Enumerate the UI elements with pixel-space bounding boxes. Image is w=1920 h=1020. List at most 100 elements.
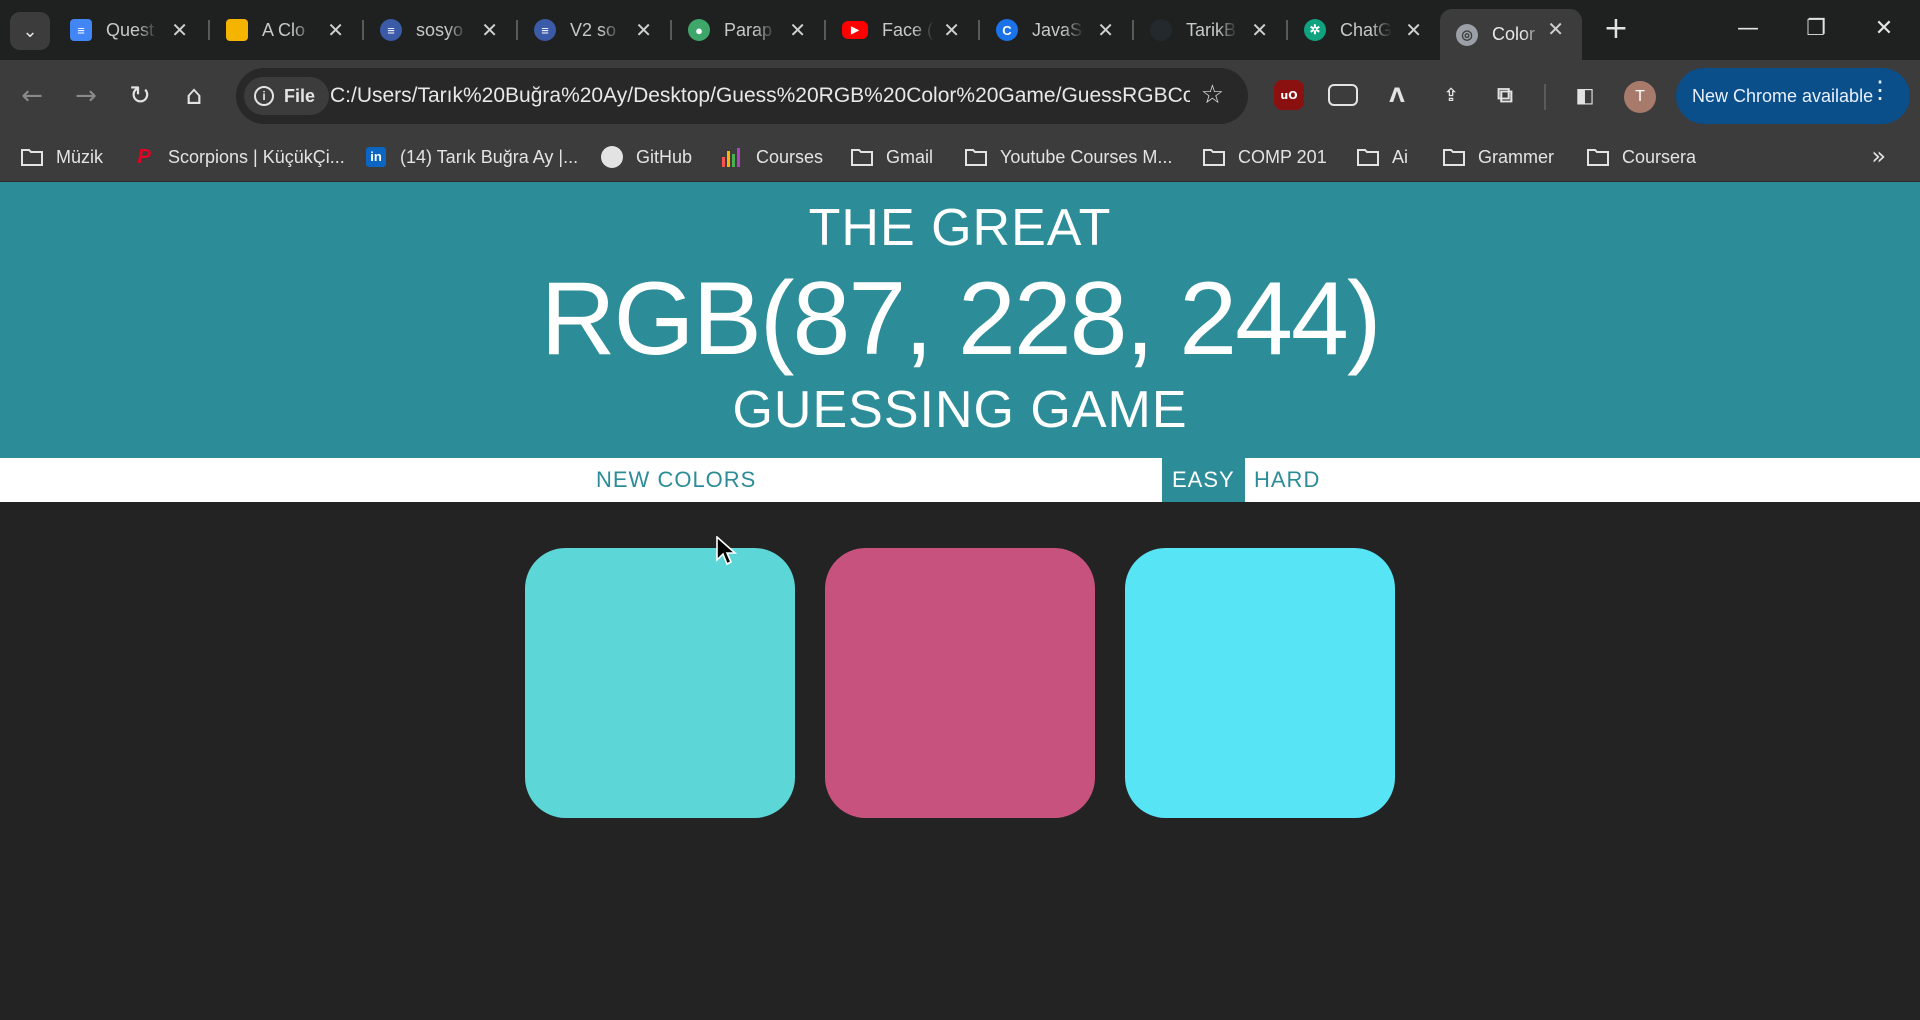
grammar-extension-icon[interactable]: ᐱ — [1382, 80, 1412, 110]
folder-icon — [964, 147, 988, 167]
close-tab-icon[interactable]: ✕ — [943, 18, 960, 43]
bookmark-gmail[interactable]: Gmail — [850, 144, 933, 170]
tab-search-button[interactable]: ⌄ — [10, 12, 50, 50]
plus-icon: + — [1603, 11, 1629, 46]
close-tab-icon[interactable]: ✕ — [1405, 18, 1422, 43]
bookmark-linkedin[interactable]: in (14) Tarık Buğra Ay |... — [364, 144, 578, 170]
close-tab-icon[interactable]: ✕ — [171, 18, 188, 43]
close-window-button[interactable]: ✕ — [1856, 10, 1912, 48]
tab-title: TarikB — [1186, 19, 1237, 40]
tab-title: Quest — [106, 19, 155, 40]
bookmark-courses[interactable]: Courses — [720, 144, 823, 170]
paraphraser-icon: ● — [688, 19, 710, 41]
reload-icon: ↻ — [129, 81, 151, 111]
minimize-button[interactable]: — — [1720, 10, 1776, 48]
tab-3[interactable]: ≡ V2 so ✕ — [518, 10, 670, 50]
close-tab-icon[interactable]: ✕ — [635, 18, 652, 43]
tab-1[interactable]: A Clo ✕ — [210, 10, 362, 50]
profile-avatar[interactable]: T — [1624, 81, 1656, 113]
bookmark-label: (14) Tarık Buğra Ay |... — [400, 146, 579, 167]
hard-mode-button[interactable]: HARD — [1244, 458, 1330, 502]
tab-9-active[interactable]: ◎ Color ✕ — [1440, 9, 1582, 60]
folder-icon — [20, 147, 44, 167]
bookmark-ai[interactable]: Ai — [1356, 144, 1408, 170]
close-tab-icon[interactable]: ✕ — [1097, 18, 1114, 43]
bookmark-star-icon[interactable]: ☆ — [1201, 80, 1224, 110]
tab-7[interactable]: TarikB ✕ — [1134, 10, 1286, 50]
pinterest-icon: P — [137, 145, 151, 168]
ublock-origin-icon[interactable]: uO — [1274, 80, 1304, 110]
document-icon: ≡ — [380, 19, 402, 41]
header-line-the-great: THE GREAT — [808, 199, 1112, 257]
upload-extension-icon[interactable]: ⇪ — [1436, 80, 1466, 110]
profile-initial: T — [1635, 88, 1645, 105]
bookmark-label: Müzik — [56, 146, 104, 167]
bookmarks-bar: Müzik P Scorpions | KüçükÇi... in (14) T… — [0, 132, 1920, 182]
forward-button[interactable]: → — [64, 74, 108, 118]
c-logo-icon: C — [996, 19, 1018, 41]
close-icon: ✕ — [1874, 16, 1894, 41]
controls-stripe: NEW COLORS EASY HARD — [0, 458, 1920, 502]
folder-icon — [1442, 147, 1466, 167]
close-tab-icon[interactable]: ✕ — [481, 18, 498, 43]
bookmark-label: Coursera — [1622, 146, 1697, 167]
tab-title: Color — [1492, 24, 1536, 44]
tab-8[interactable]: ✲ ChatG ✕ — [1288, 10, 1440, 50]
easy-mode-button[interactable]: EASY — [1162, 458, 1245, 502]
github-icon — [1150, 19, 1172, 41]
tab-4[interactable]: ● Parap ✕ — [672, 10, 824, 50]
folder-icon — [850, 147, 874, 167]
bookmark-github[interactable]: GitHub — [600, 144, 692, 170]
close-tab-icon[interactable]: ✕ — [789, 18, 806, 43]
youtube-icon: ▶ — [842, 21, 868, 39]
url-text[interactable]: C:/Users/Tarık%20Buğra%20Ay/Desktop/Gues… — [330, 84, 1190, 108]
tab-title: JavaSc — [1032, 19, 1084, 40]
restore-button[interactable]: ❐ — [1788, 10, 1844, 48]
document-icon: ≡ — [534, 19, 556, 41]
bookmark-coursera[interactable]: Coursera — [1586, 144, 1696, 170]
toolbar-divider — [1544, 84, 1546, 110]
globe-icon: ◎ — [1456, 23, 1478, 46]
site-info-chip[interactable]: i File — [244, 77, 330, 115]
folder-icon — [1586, 147, 1610, 167]
new-tab-button[interactable]: + — [1598, 12, 1634, 48]
update-chrome-button[interactable]: New Chrome available ⋮ — [1676, 68, 1910, 124]
bookmark-muzik[interactable]: Müzik — [20, 144, 103, 170]
bookmarks-overflow-icon[interactable]: » — [1871, 142, 1886, 170]
tab-strip: ⌄ ≡ Quest ✕ A Clo ✕ ≡ sosyo ✕ ≡ V2 so ✕ … — [0, 0, 1920, 60]
picture-in-picture-icon[interactable] — [1328, 84, 1358, 106]
info-icon: i — [254, 86, 274, 106]
address-bar[interactable]: i File C:/Users/Tarık%20Buğra%20Ay/Deskt… — [236, 68, 1248, 124]
mouse-cursor-icon — [716, 536, 738, 566]
folder-icon — [1356, 147, 1380, 167]
chart-bars-icon — [720, 147, 744, 167]
bookmark-label: Scorpions | KüçükÇi... — [168, 146, 345, 167]
bookmark-label: Youtube Courses M... — [1000, 146, 1173, 167]
tab-2[interactable]: ≡ sosyo ✕ — [364, 10, 516, 50]
extensions-puzzle-icon[interactable]: ⧉ — [1490, 80, 1520, 110]
close-tab-icon[interactable]: ✕ — [1547, 17, 1564, 42]
side-panel-icon[interactable]: ◧ — [1570, 80, 1600, 110]
tab-title: A Clo — [262, 19, 306, 40]
close-tab-icon[interactable]: ✕ — [1251, 18, 1268, 43]
tab-0[interactable]: ≡ Quest ✕ — [54, 10, 206, 50]
tab-title: ChatG — [1340, 19, 1392, 40]
tab-5[interactable]: ▶ Face ( ✕ — [826, 10, 978, 50]
back-button[interactable]: ← — [10, 74, 54, 118]
close-tab-icon[interactable]: ✕ — [327, 18, 344, 43]
arrow-left-icon: ← — [21, 81, 43, 111]
home-button[interactable]: ⌂ — [172, 74, 216, 118]
bookmark-youtube-courses[interactable]: Youtube Courses M... — [964, 144, 1172, 170]
color-square[interactable] — [825, 548, 1095, 818]
bookmark-label: COMP 201 — [1238, 146, 1327, 167]
tab-title: Parap — [724, 19, 773, 40]
reload-button[interactable]: ↻ — [118, 74, 162, 118]
tab-title: sosyo — [416, 19, 464, 40]
new-colors-button[interactable]: NEW COLORS — [586, 458, 766, 502]
tab-6[interactable]: C JavaSc ✕ — [980, 10, 1132, 50]
bookmark-comp201[interactable]: COMP 201 — [1202, 144, 1327, 170]
color-square[interactable] — [1125, 548, 1395, 818]
bookmark-scorpions[interactable]: P Scorpions | KüçükÇi... — [132, 144, 345, 170]
bookmark-grammer[interactable]: Grammer — [1442, 144, 1554, 170]
color-square[interactable] — [525, 548, 795, 818]
